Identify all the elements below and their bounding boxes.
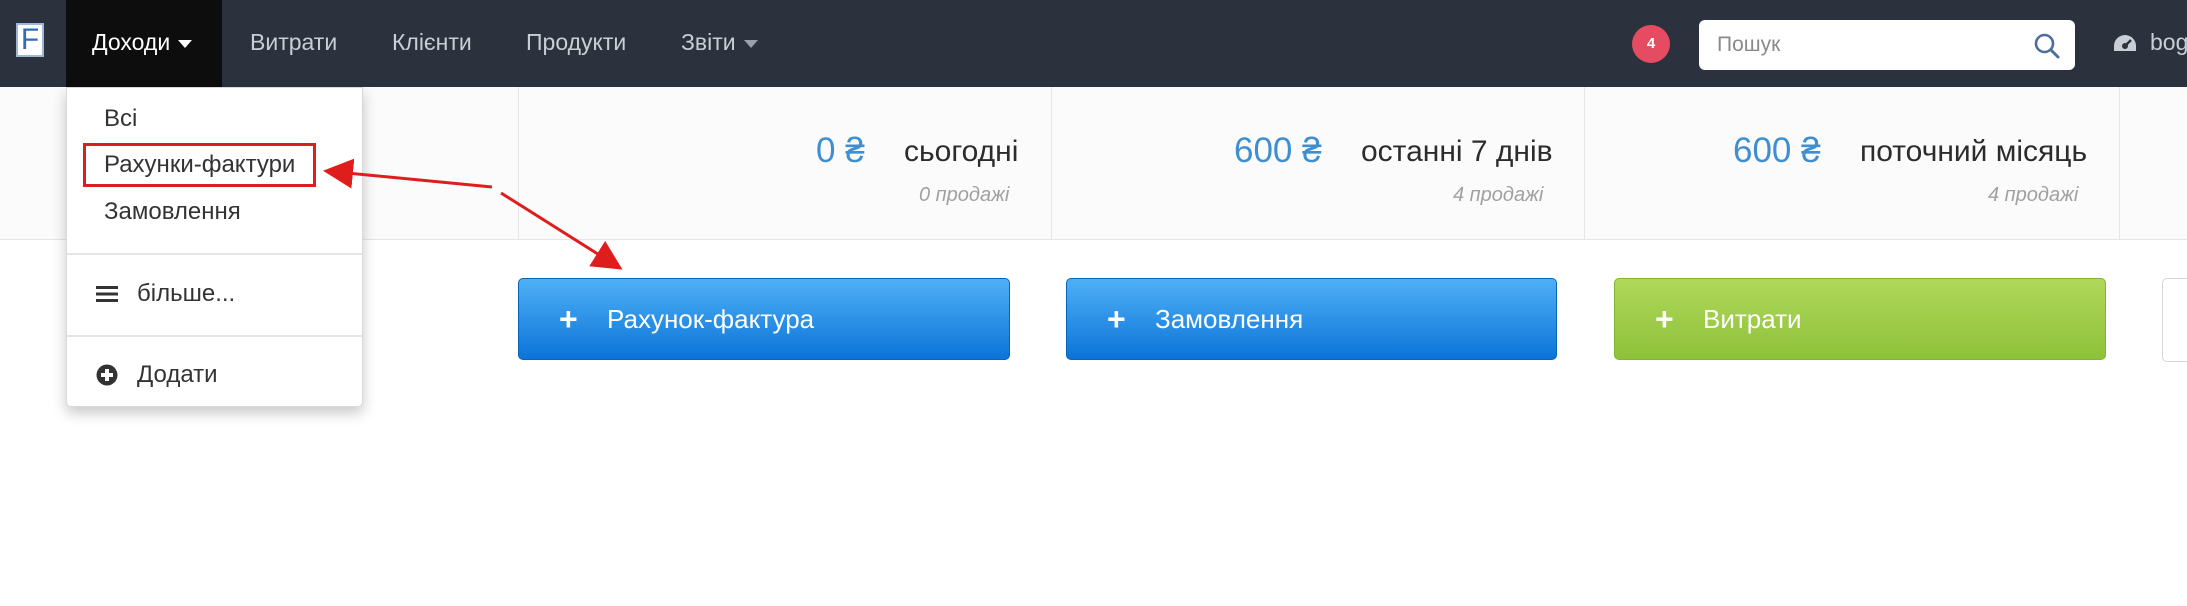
annotation-arrows: [323, 158, 623, 270]
annotation-arrow-down: [500, 191, 623, 270]
annotation-arrow-left: [323, 158, 493, 189]
